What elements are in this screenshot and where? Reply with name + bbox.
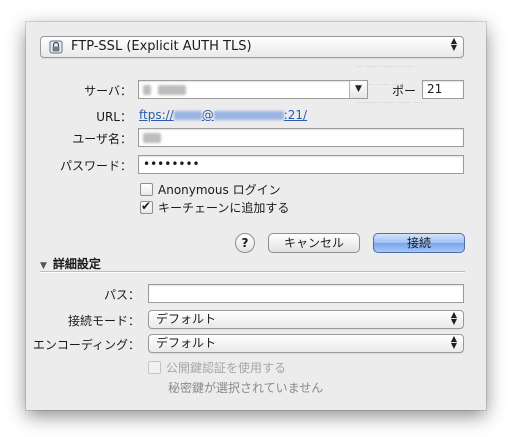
connect-mode-popup[interactable]: デフォルト ▲ ▼ — [148, 310, 464, 329]
url-link[interactable]: ftps:// @ :21/ — [139, 108, 307, 122]
path-field[interactable] — [148, 284, 464, 303]
encoding-label: エンコーディング： — [32, 338, 140, 352]
password-field[interactable]: •••••••• — [138, 155, 464, 174]
anonymous-login-label: Anonymous ログイン — [158, 183, 281, 197]
add-to-keychain-label: キーチェーンに追加する — [158, 201, 290, 215]
checkbox-unchecked-icon — [140, 183, 153, 196]
anonymous-login-checkbox[interactable]: Anonymous ログイン — [140, 181, 281, 198]
checkbox-unchecked-icon — [148, 361, 161, 374]
server-field[interactable]: ▼ — [138, 80, 368, 99]
advanced-settings-title: 詳細設定 — [52, 257, 101, 271]
popup-arrows-icon: ▲ ▼ — [450, 36, 457, 52]
encoding-popup[interactable]: デフォルト ▲ ▼ — [148, 334, 464, 353]
url-at: @ — [201, 108, 214, 122]
background-ghost-text: ──── ── ── ── — [356, 98, 426, 109]
connect-button[interactable]: 接続 — [373, 233, 465, 253]
password-label: パスワード： — [59, 159, 132, 173]
background-ghost-text: ─ ── ─── ── — [356, 62, 414, 73]
cancel-button[interactable]: キャンセル — [268, 233, 360, 253]
server-redacted-value — [143, 84, 151, 95]
server-label: サーバ： — [84, 84, 132, 98]
connect-mode-value: デフォルト — [156, 312, 217, 326]
encoding-value: デフォルト — [156, 336, 217, 350]
checkmark-icon — [140, 199, 153, 214]
connect-mode-label: 接続モード： — [67, 314, 140, 328]
public-key-auth-label: 公開鍵認証を使用する — [166, 361, 287, 375]
add-to-keychain-checkbox[interactable]: キーチェーンに追加する — [140, 199, 289, 216]
connection-sheet: ── ─── ─ ─── ─ ── ─ ── ─── ── ─── ── ─ ─… — [26, 22, 486, 410]
advanced-divider — [40, 271, 465, 273]
chevron-down-icon[interactable]: ▼ — [349, 81, 367, 98]
url-suffix: :21/ — [283, 108, 308, 122]
lock-icon — [49, 40, 63, 54]
popup-arrows-icon: ▲ ▼ — [450, 334, 457, 350]
username-field[interactable] — [138, 128, 464, 147]
username-label: ユーザ名： — [72, 132, 132, 146]
public-key-auth-checkbox[interactable]: 公開鍵認証を使用する — [148, 359, 286, 376]
disclosure-triangle-icon: ▼ — [40, 261, 47, 271]
path-label: パス： — [103, 288, 140, 302]
popup-arrows-icon: ▲ ▼ — [450, 310, 457, 326]
url-prefix: ftps:// — [139, 108, 174, 122]
private-key-status: 秘密鍵が選択されていません — [168, 381, 324, 395]
advanced-settings-disclosure[interactable]: ▼ 詳細設定 — [40, 255, 101, 272]
port-field[interactable]: 21 — [422, 80, 464, 99]
url-label: URL： — [96, 110, 132, 124]
username-redacted-value — [143, 132, 161, 143]
url-redacted-user — [173, 111, 202, 120]
protocol-popup-value: FTP-SSL (Explicit AUTH TLS) — [71, 39, 252, 54]
url-redacted-host — [213, 111, 284, 120]
port-label: ポー — [391, 84, 416, 98]
help-button[interactable]: ? — [235, 233, 255, 253]
server-redacted-value — [157, 84, 186, 95]
protocol-popup[interactable]: FTP-SSL (Explicit AUTH TLS) ▲ ▼ — [40, 36, 464, 58]
